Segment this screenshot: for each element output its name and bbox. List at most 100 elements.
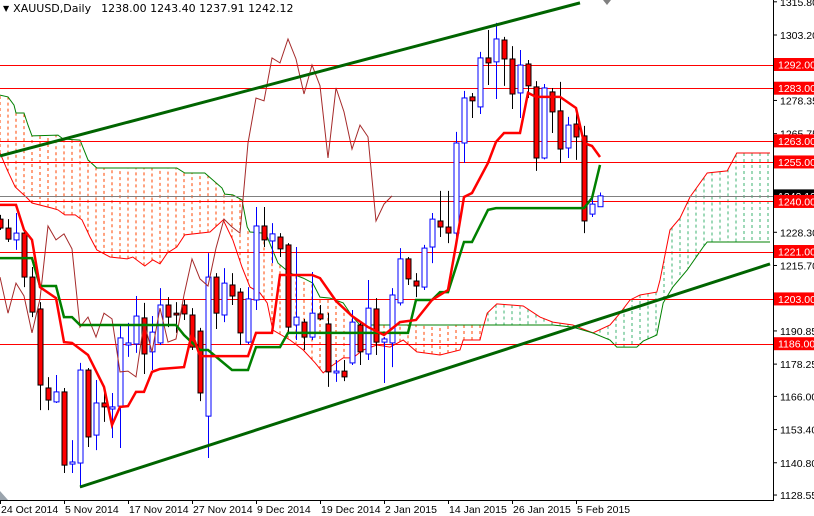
bull-candle xyxy=(565,116,572,159)
time-axis[interactable]: 24 Oct 2014 5 Nov 2014 17 Nov 2014 27 Nov 2… xyxy=(0,500,631,516)
triangle-down-icon[interactable]: ▼ xyxy=(3,4,9,13)
price-chart[interactable]: 1315.801303.201278.351265.751228.301215.… xyxy=(0,0,814,516)
indicator-lines xyxy=(0,37,602,430)
price-tick-label: 1278.35 xyxy=(780,95,814,107)
bear-candle xyxy=(29,267,36,318)
candle-body xyxy=(397,258,404,304)
candle-body xyxy=(461,97,468,144)
candle-body xyxy=(109,406,116,410)
date-label: 2 Jan 2015 xyxy=(385,504,437,516)
candle-body xyxy=(165,304,172,318)
bear-candle xyxy=(141,302,148,374)
bear-candle xyxy=(469,92,476,118)
candle-body xyxy=(77,369,84,464)
candle-body xyxy=(301,321,308,338)
bear-candle xyxy=(285,243,292,333)
candle-body xyxy=(245,298,252,343)
candle-body xyxy=(13,232,20,241)
senkou-span-b-line xyxy=(0,94,770,348)
bear-candle xyxy=(325,313,332,387)
bull-candle xyxy=(541,83,548,160)
candle-body xyxy=(293,316,300,326)
candle-body xyxy=(37,308,44,386)
candle-body xyxy=(213,276,220,314)
candle-body xyxy=(413,280,420,287)
date-label: 14 Jan 2015 xyxy=(449,504,507,516)
bull-candle xyxy=(117,325,124,449)
price-tick-label: 1128.55 xyxy=(780,490,814,502)
bear-candle xyxy=(45,377,52,411)
upper-channel-trendline[interactable] xyxy=(0,1,581,158)
bear-candle xyxy=(405,257,412,285)
bear-candle xyxy=(317,304,324,320)
bear-candle xyxy=(301,318,308,351)
bear-candle xyxy=(557,81,564,164)
plot-area[interactable] xyxy=(0,1,773,489)
candle-body xyxy=(445,226,452,234)
bull-candle xyxy=(493,22,500,100)
candle-body xyxy=(125,342,132,346)
bear-candle xyxy=(445,190,452,244)
bull-candle xyxy=(221,268,228,323)
candle-body xyxy=(133,315,140,345)
bear-candle xyxy=(501,36,508,86)
candle-body xyxy=(53,391,60,403)
candle-body xyxy=(389,294,396,344)
bull-candle xyxy=(13,213,20,250)
candle-body xyxy=(477,57,484,108)
bull-candle xyxy=(53,375,60,403)
price-tick-label: 1166.00 xyxy=(780,391,814,403)
candle-body xyxy=(61,391,68,466)
candle-body xyxy=(0,218,4,229)
bull-candle xyxy=(125,322,132,357)
bear-candle xyxy=(373,298,380,356)
bull-candle xyxy=(269,223,276,264)
candle-body xyxy=(85,369,92,438)
candle-body xyxy=(253,225,260,301)
bear-candle xyxy=(61,387,68,474)
candle-body xyxy=(597,195,604,208)
candle-body xyxy=(93,402,100,436)
candle-body xyxy=(485,57,492,64)
bull-candle xyxy=(477,51,484,115)
candle-body xyxy=(469,96,476,102)
candle-body xyxy=(421,247,428,288)
price-tick-label: 1215.70 xyxy=(780,260,814,272)
bear-candle xyxy=(509,46,516,110)
scroll-marker-icon xyxy=(0,491,8,500)
candle-body xyxy=(325,323,332,373)
candle-body xyxy=(501,39,508,60)
candle-body xyxy=(509,58,516,95)
date-label: 19 Dec 2014 xyxy=(321,504,381,516)
level-label: 1255.00 xyxy=(778,157,814,169)
level-label: 1263.00 xyxy=(778,136,814,148)
chart-shift-marker-icon[interactable] xyxy=(603,0,611,5)
bear-candle xyxy=(277,233,284,258)
candle-body xyxy=(317,313,324,320)
bear-candle xyxy=(165,297,172,328)
candle-body xyxy=(381,338,388,343)
level-label: 1203.00 xyxy=(778,294,814,306)
bull-candle xyxy=(453,131,460,240)
candle-body xyxy=(349,321,356,364)
candle-body xyxy=(205,276,212,417)
bear-candle xyxy=(197,327,204,402)
price-axis[interactable]: 1315.801303.201278.351265.751228.301215.… xyxy=(773,0,814,502)
bear-candle xyxy=(237,288,244,346)
candle-body xyxy=(573,123,580,138)
candle-body xyxy=(45,387,52,401)
level-label: 1283.00 xyxy=(778,83,814,95)
candle-body xyxy=(549,91,556,113)
bull-candle xyxy=(93,380,100,451)
level-label: 1292.00 xyxy=(778,60,814,72)
candle-body xyxy=(197,330,204,394)
price-tick-label: 1153.40 xyxy=(780,425,814,437)
candle-body xyxy=(237,291,244,334)
candle-body xyxy=(269,233,276,242)
date-label: 27 Nov 2014 xyxy=(193,504,253,516)
candle-body xyxy=(5,227,12,240)
candle-body xyxy=(69,461,76,465)
price-tick-label: 1178.25 xyxy=(780,359,814,371)
price-tick-label: 1190.85 xyxy=(780,326,814,338)
candle-body xyxy=(261,225,268,241)
